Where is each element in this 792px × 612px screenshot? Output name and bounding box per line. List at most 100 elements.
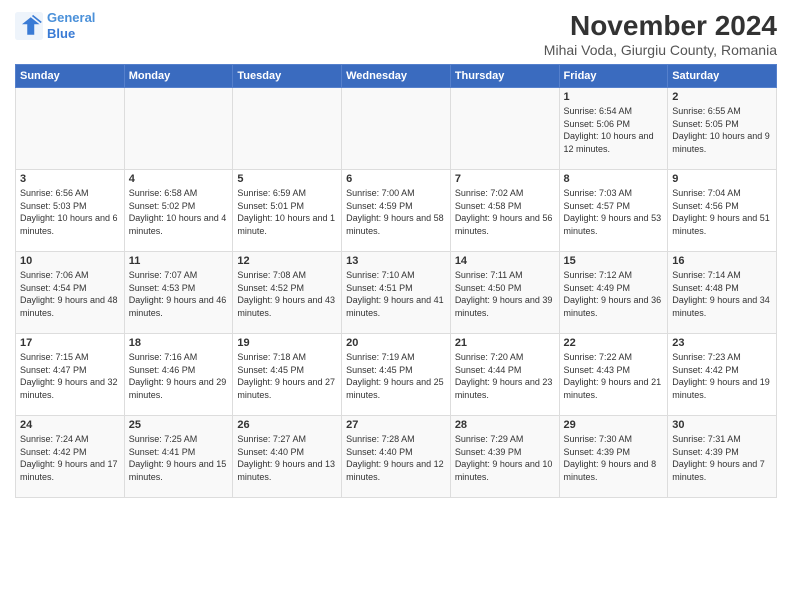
day-number: 13 [346, 255, 446, 267]
day-info: Sunrise: 7:24 AM Sunset: 4:42 PM Dayligh… [20, 433, 120, 483]
cell-w3-d4: 13 Sunrise: 7:10 AM Sunset: 4:51 PM Dayli… [342, 252, 451, 334]
col-saturday: Saturday [668, 65, 777, 88]
day-info: Sunrise: 7:00 AM Sunset: 4:59 PM Dayligh… [346, 187, 446, 237]
cell-w1-d1 [16, 88, 125, 170]
day-info: Sunrise: 7:31 AM Sunset: 4:39 PM Dayligh… [672, 433, 772, 483]
day-number: 16 [672, 255, 772, 267]
cell-w1-d5 [450, 88, 559, 170]
cell-w1-d3 [233, 88, 342, 170]
day-number: 17 [20, 337, 120, 349]
week-row-1: 1Sunrise: 6:54 AM Sunset: 5:06 PM Daylig… [16, 88, 777, 170]
cell-w4-d4: 20 Sunrise: 7:19 AM Sunset: 4:45 PM Dayli… [342, 334, 451, 416]
cell-w5-d6: 29 Sunrise: 7:30 AM Sunset: 4:39 PM Dayli… [559, 416, 668, 498]
day-number: 25 [129, 419, 229, 431]
day-number: 21 [455, 337, 555, 349]
day-number: 20 [346, 337, 446, 349]
cell-w2-d5: 7 Sunrise: 7:02 AM Sunset: 4:58 PM Daylig… [450, 170, 559, 252]
day-number: 27 [346, 419, 446, 431]
main-title: November 2024 [544, 10, 777, 42]
cell-w4-d7: 23Sunrise: 7:23 AM Sunset: 4:42 PM Dayli… [668, 334, 777, 416]
logo-general: General [47, 10, 95, 25]
col-sunday: Sunday [16, 65, 125, 88]
cell-w3-d6: 15 Sunrise: 7:12 AM Sunset: 4:49 PM Dayli… [559, 252, 668, 334]
week-row-5: 24Sunrise: 7:24 AM Sunset: 4:42 PM Dayli… [16, 416, 777, 498]
logo-blue: Blue [47, 26, 75, 41]
day-info: Sunrise: 6:56 AM Sunset: 5:03 PM Dayligh… [20, 187, 120, 237]
day-info: Sunrise: 6:59 AM Sunset: 5:01 PM Dayligh… [237, 187, 337, 237]
cell-w1-d4 [342, 88, 451, 170]
week-row-2: 3 Sunrise: 6:56 AM Sunset: 5:03 PM Daylig… [16, 170, 777, 252]
day-number: 14 [455, 255, 555, 267]
day-info: Sunrise: 7:03 AM Sunset: 4:57 PM Dayligh… [564, 187, 664, 237]
day-info: Sunrise: 7:12 AM Sunset: 4:49 PM Dayligh… [564, 269, 664, 319]
cell-w5-d2: 25 Sunrise: 7:25 AM Sunset: 4:41 PM Dayli… [124, 416, 233, 498]
cell-w4-d6: 22 Sunrise: 7:22 AM Sunset: 4:43 PM Dayli… [559, 334, 668, 416]
header-row: Sunday Monday Tuesday Wednesday Thursday… [16, 65, 777, 88]
col-friday: Friday [559, 65, 668, 88]
cell-w5-d3: 26 Sunrise: 7:27 AM Sunset: 4:40 PM Dayli… [233, 416, 342, 498]
day-number: 23 [672, 337, 772, 349]
calendar-body: 1Sunrise: 6:54 AM Sunset: 5:06 PM Daylig… [16, 88, 777, 498]
day-number: 18 [129, 337, 229, 349]
cell-w5-d7: 30Sunrise: 7:31 AM Sunset: 4:39 PM Dayli… [668, 416, 777, 498]
day-info: Sunrise: 7:10 AM Sunset: 4:51 PM Dayligh… [346, 269, 446, 319]
day-info: Sunrise: 7:16 AM Sunset: 4:46 PM Dayligh… [129, 351, 229, 401]
cell-w2-d2: 4 Sunrise: 6:58 AM Sunset: 5:02 PM Daylig… [124, 170, 233, 252]
cell-w5-d1: 24Sunrise: 7:24 AM Sunset: 4:42 PM Dayli… [16, 416, 125, 498]
cell-w4-d1: 17Sunrise: 7:15 AM Sunset: 4:47 PM Dayli… [16, 334, 125, 416]
logo-icon [15, 12, 43, 40]
day-info: Sunrise: 7:22 AM Sunset: 4:43 PM Dayligh… [564, 351, 664, 401]
cell-w3-d3: 12Sunrise: 7:08 AM Sunset: 4:52 PM Dayli… [233, 252, 342, 334]
day-number: 28 [455, 419, 555, 431]
day-info: Sunrise: 7:30 AM Sunset: 4:39 PM Dayligh… [564, 433, 664, 483]
cell-w1-d6: 1Sunrise: 6:54 AM Sunset: 5:06 PM Daylig… [559, 88, 668, 170]
day-number: 7 [455, 173, 555, 185]
cell-w1-d7: 2Sunrise: 6:55 AM Sunset: 5:05 PM Daylig… [668, 88, 777, 170]
day-number: 15 [564, 255, 664, 267]
day-number: 11 [129, 255, 229, 267]
cell-w3-d7: 16 Sunrise: 7:14 AM Sunset: 4:48 PM Dayli… [668, 252, 777, 334]
logo: General Blue [15, 10, 95, 41]
day-number: 26 [237, 419, 337, 431]
day-info: Sunrise: 7:29 AM Sunset: 4:39 PM Dayligh… [455, 433, 555, 483]
week-row-4: 17Sunrise: 7:15 AM Sunset: 4:47 PM Dayli… [16, 334, 777, 416]
day-number: 3 [20, 173, 120, 185]
day-info: Sunrise: 7:19 AM Sunset: 4:45 PM Dayligh… [346, 351, 446, 401]
day-info: Sunrise: 6:54 AM Sunset: 5:06 PM Dayligh… [564, 105, 664, 155]
cell-w3-d1: 10 Sunrise: 7:06 AM Sunset: 4:54 PM Dayli… [16, 252, 125, 334]
day-number: 4 [129, 173, 229, 185]
day-info: Sunrise: 7:06 AM Sunset: 4:54 PM Dayligh… [20, 269, 120, 319]
day-number: 29 [564, 419, 664, 431]
day-info: Sunrise: 7:14 AM Sunset: 4:48 PM Dayligh… [672, 269, 772, 319]
cell-w4-d2: 18 Sunrise: 7:16 AM Sunset: 4:46 PM Dayli… [124, 334, 233, 416]
day-info: Sunrise: 7:08 AM Sunset: 4:52 PM Dayligh… [237, 269, 337, 319]
cell-w5-d4: 27Sunrise: 7:28 AM Sunset: 4:40 PM Dayli… [342, 416, 451, 498]
col-tuesday: Tuesday [233, 65, 342, 88]
cell-w4-d3: 19Sunrise: 7:18 AM Sunset: 4:45 PM Dayli… [233, 334, 342, 416]
day-number: 2 [672, 91, 772, 103]
day-info: Sunrise: 7:04 AM Sunset: 4:56 PM Dayligh… [672, 187, 772, 237]
cell-w2-d1: 3 Sunrise: 6:56 AM Sunset: 5:03 PM Daylig… [16, 170, 125, 252]
day-info: Sunrise: 7:02 AM Sunset: 4:58 PM Dayligh… [455, 187, 555, 237]
title-block: November 2024 Mihai Voda, Giurgiu County… [544, 10, 777, 58]
subtitle: Mihai Voda, Giurgiu County, Romania [544, 42, 777, 58]
cell-w3-d5: 14 Sunrise: 7:11 AM Sunset: 4:50 PM Dayli… [450, 252, 559, 334]
day-number: 10 [20, 255, 120, 267]
cell-w3-d2: 11 Sunrise: 7:07 AM Sunset: 4:53 PM Dayli… [124, 252, 233, 334]
day-number: 5 [237, 173, 337, 185]
day-info: Sunrise: 7:11 AM Sunset: 4:50 PM Dayligh… [455, 269, 555, 319]
day-info: Sunrise: 6:58 AM Sunset: 5:02 PM Dayligh… [129, 187, 229, 237]
cell-w4-d5: 21 Sunrise: 7:20 AM Sunset: 4:44 PM Dayli… [450, 334, 559, 416]
header: General Blue November 2024 Mihai Voda, G… [15, 10, 777, 58]
day-number: 8 [564, 173, 664, 185]
cell-w5-d5: 28 Sunrise: 7:29 AM Sunset: 4:39 PM Dayli… [450, 416, 559, 498]
cell-w1-d2 [124, 88, 233, 170]
day-info: Sunrise: 7:27 AM Sunset: 4:40 PM Dayligh… [237, 433, 337, 483]
cell-w2-d4: 6Sunrise: 7:00 AM Sunset: 4:59 PM Daylig… [342, 170, 451, 252]
day-info: Sunrise: 7:25 AM Sunset: 4:41 PM Dayligh… [129, 433, 229, 483]
day-number: 22 [564, 337, 664, 349]
day-info: Sunrise: 7:20 AM Sunset: 4:44 PM Dayligh… [455, 351, 555, 401]
logo-text: General Blue [47, 10, 95, 41]
day-info: Sunrise: 7:07 AM Sunset: 4:53 PM Dayligh… [129, 269, 229, 319]
cell-w2-d7: 9Sunrise: 7:04 AM Sunset: 4:56 PM Daylig… [668, 170, 777, 252]
